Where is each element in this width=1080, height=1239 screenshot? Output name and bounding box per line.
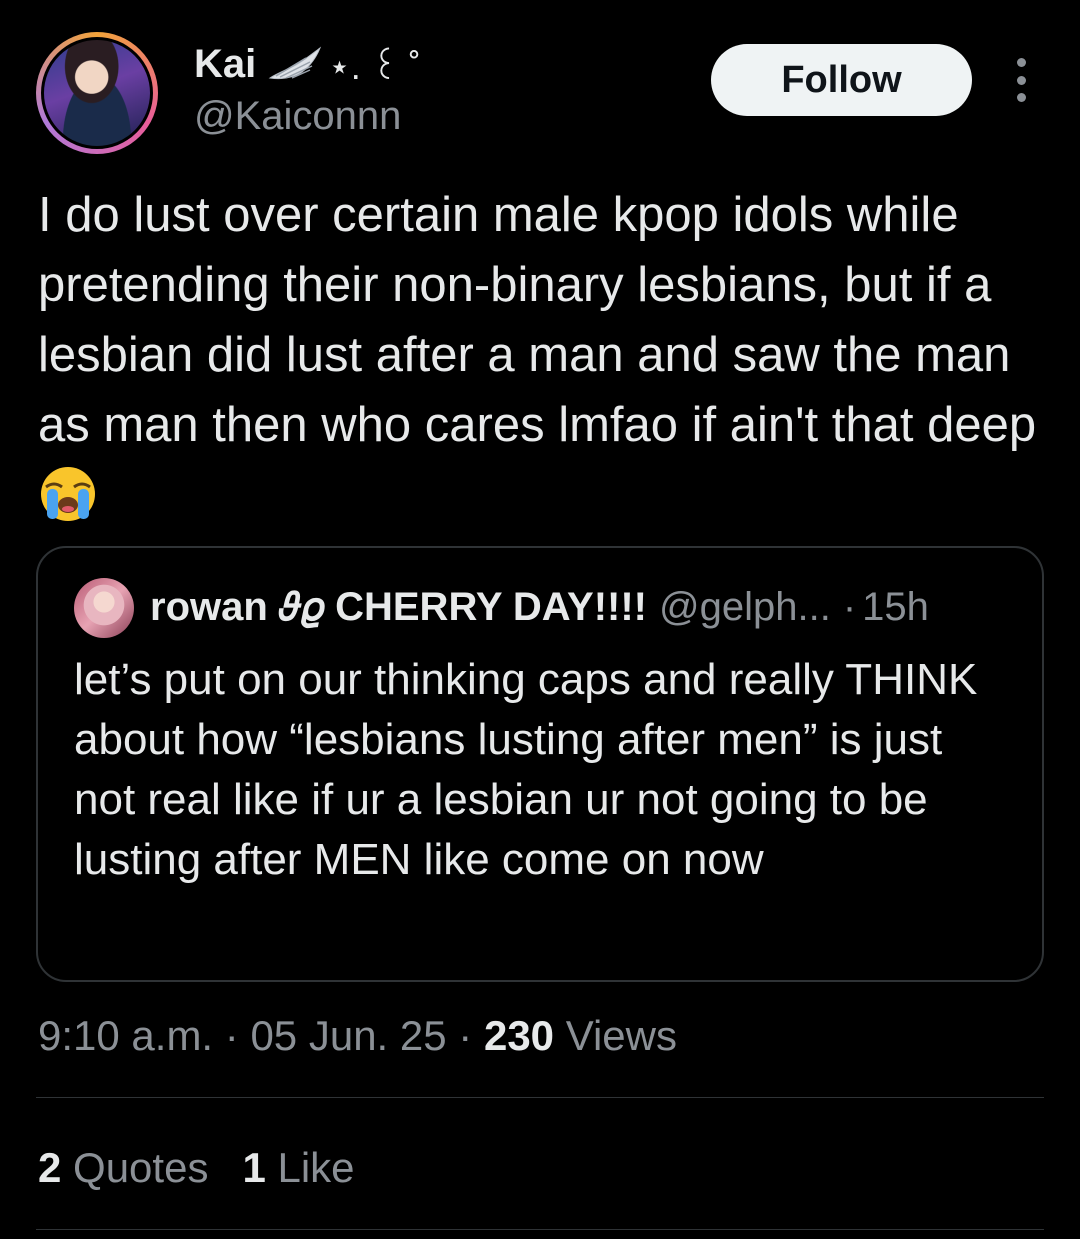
follow-button[interactable]: Follow (711, 44, 972, 116)
quotes-label: Quotes (73, 1144, 209, 1191)
author-handle[interactable]: @Kaiconnn (194, 94, 401, 139)
tweet: Kai ⋆. ꒰ ˚ @Kaiconnn Follow I do lust ov… (0, 0, 1080, 1239)
author-avatar-image (41, 37, 153, 149)
quote-text: let’s put on our thinking caps and reall… (74, 655, 978, 884)
author-avatar[interactable] (36, 32, 158, 154)
meta-separator: · (224, 1012, 239, 1059)
tweet-time[interactable]: 9:10 a.m. (38, 1012, 213, 1059)
loudly-crying-face-emoji (41, 467, 95, 521)
divider (36, 1229, 1044, 1230)
tweet-date[interactable]: 05 Jun. 25 (250, 1012, 446, 1059)
quote-author-name[interactable]: rowan 𝜗𝜚 CHERRY DAY!!!! (150, 582, 647, 632)
name-decoration-text: ⋆. ꒰ ˚ (328, 46, 421, 87)
angel-wing-icon (268, 46, 322, 80)
views-count: 230 (483, 1012, 555, 1059)
quote-author-avatar[interactable] (74, 578, 134, 638)
quotes-stat[interactable]: 2 Quotes (38, 1140, 208, 1196)
likes-stat[interactable]: 1 Like (242, 1140, 354, 1196)
tweet-text-content: I do lust over certain male kpop idols w… (38, 188, 1037, 452)
tweet-text: I do lust over certain male kpop idols w… (38, 180, 1048, 530)
tweet-meta: 9:10 a.m. · 05 Jun. 25 · 230 Views (38, 1008, 677, 1064)
views-label: Views (565, 1012, 677, 1059)
quote-timestamp[interactable]: 15h (862, 582, 929, 632)
likes-count: 1 (242, 1144, 266, 1191)
more-options-icon[interactable] (1004, 58, 1038, 102)
divider (36, 1097, 1044, 1098)
quotes-count: 2 (38, 1144, 62, 1191)
display-name[interactable]: Kai (194, 42, 256, 87)
likes-label: Like (277, 1144, 355, 1191)
quoted-tweet[interactable]: rowan 𝜗𝜚 CHERRY DAY!!!! @gelph... · 15h … (36, 546, 1044, 982)
quote-header: rowan 𝜗𝜚 CHERRY DAY!!!! @gelph... · 15h (150, 582, 929, 632)
display-name-row[interactable]: Kai ⋆. ꒰ ˚ (194, 40, 421, 88)
quote-author-handle[interactable]: @gelph... (659, 582, 831, 632)
meta-separator: · (458, 1012, 473, 1059)
name-decoration: ⋆. ꒰ ˚ (266, 40, 421, 88)
tweet-stats: 2 Quotes 1 Like (38, 1140, 355, 1196)
quote-separator: · (842, 585, 857, 629)
